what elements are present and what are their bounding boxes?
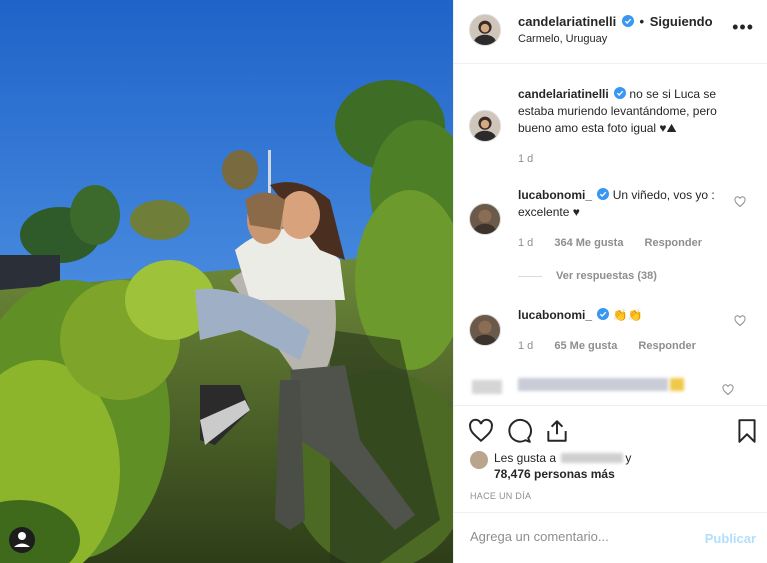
comment-username[interactable]: lucabonomi_ — [518, 308, 592, 322]
verified-badge-icon — [597, 188, 610, 200]
author-line: candelariatinelli • Siguiendo — [518, 14, 713, 29]
comment-likes[interactable]: 364 Me gusta — [554, 237, 623, 249]
commenter-avatar[interactable] — [469, 203, 501, 235]
reply-button[interactable]: Responder — [638, 340, 695, 352]
likes-count[interactable]: 78,476 personas más — [494, 466, 615, 483]
blurred-liker-name[interactable] — [561, 453, 624, 463]
commenter-avatar[interactable] — [469, 314, 501, 346]
verified-badge-icon — [614, 87, 627, 99]
comment-icon[interactable] — [506, 418, 532, 444]
comment-input[interactable] — [470, 529, 690, 544]
share-icon[interactable] — [544, 418, 570, 444]
publish-button[interactable]: Publicar — [705, 531, 756, 546]
separator-dot: • — [639, 14, 645, 29]
like-comment-heart-icon[interactable] — [722, 384, 734, 396]
caption-text-block: candelariatinelli no se si Luca se estab… — [518, 86, 738, 137]
caption-avatar[interactable] — [469, 110, 501, 142]
comment-meta: 1 d 364 Me gusta Responder — [518, 237, 720, 249]
comment-text: 👏👏 — [612, 308, 643, 322]
more-options-icon[interactable]: ••• — [732, 18, 754, 36]
caption-username[interactable]: candelariatinelli — [518, 87, 609, 101]
replies-line — [518, 275, 542, 277]
verified-badge-icon — [597, 308, 610, 320]
comment-text-block: lucabonomi_ Un viñedo, vos yo : excelent… — [518, 187, 738, 221]
comment-text-block: lucabonomi_ 👏👏 — [518, 307, 738, 324]
vineyard-couple-image — [0, 0, 453, 563]
following-button[interactable]: Siguiendo — [650, 14, 713, 29]
view-replies-button[interactable]: Ver respuestas (38) — [518, 270, 657, 282]
liked-by-prefix: Les gusta a — [494, 451, 557, 465]
caption-time[interactable]: 1 d — [518, 153, 533, 165]
verified-badge-icon — [621, 15, 634, 27]
action-bar — [454, 405, 767, 455]
post-timestamp[interactable]: HACE UN DÍA — [470, 491, 531, 501]
comment-time[interactable]: 1 d — [518, 237, 533, 249]
caption-meta: 1 d — [518, 153, 551, 165]
liked-by-suffix: y — [625, 451, 632, 465]
location-link[interactable]: Carmelo, Uruguay — [518, 33, 607, 45]
reply-button[interactable]: Responder — [645, 237, 702, 249]
comment-time[interactable]: 1 d — [518, 340, 533, 352]
author-username[interactable]: candelariatinelli — [518, 14, 616, 29]
comment-meta: 1 d 65 Me gusta Responder — [518, 340, 714, 352]
post-photo[interactable] — [0, 0, 453, 563]
heart-icon[interactable] — [468, 418, 494, 444]
liked-by-line: Les gusta a y — [494, 450, 631, 467]
like-comment-heart-icon[interactable] — [734, 315, 746, 327]
view-replies-label: Ver respuestas (38) — [556, 270, 657, 282]
blurred-comment — [470, 378, 740, 398]
comment-likes[interactable]: 65 Me gusta — [554, 340, 617, 352]
add-comment-bar: Publicar — [454, 512, 767, 563]
comment-username[interactable]: lucabonomi_ — [518, 188, 592, 202]
post-header: candelariatinelli • Siguiendo Carmelo, U… — [454, 0, 767, 64]
author-avatar[interactable] — [469, 14, 501, 46]
like-comment-heart-icon[interactable] — [734, 196, 746, 208]
liker-avatar[interactable] — [470, 451, 488, 469]
bookmark-icon[interactable] — [734, 418, 760, 444]
post-side-panel: candelariatinelli • Siguiendo Carmelo, U… — [453, 0, 767, 563]
